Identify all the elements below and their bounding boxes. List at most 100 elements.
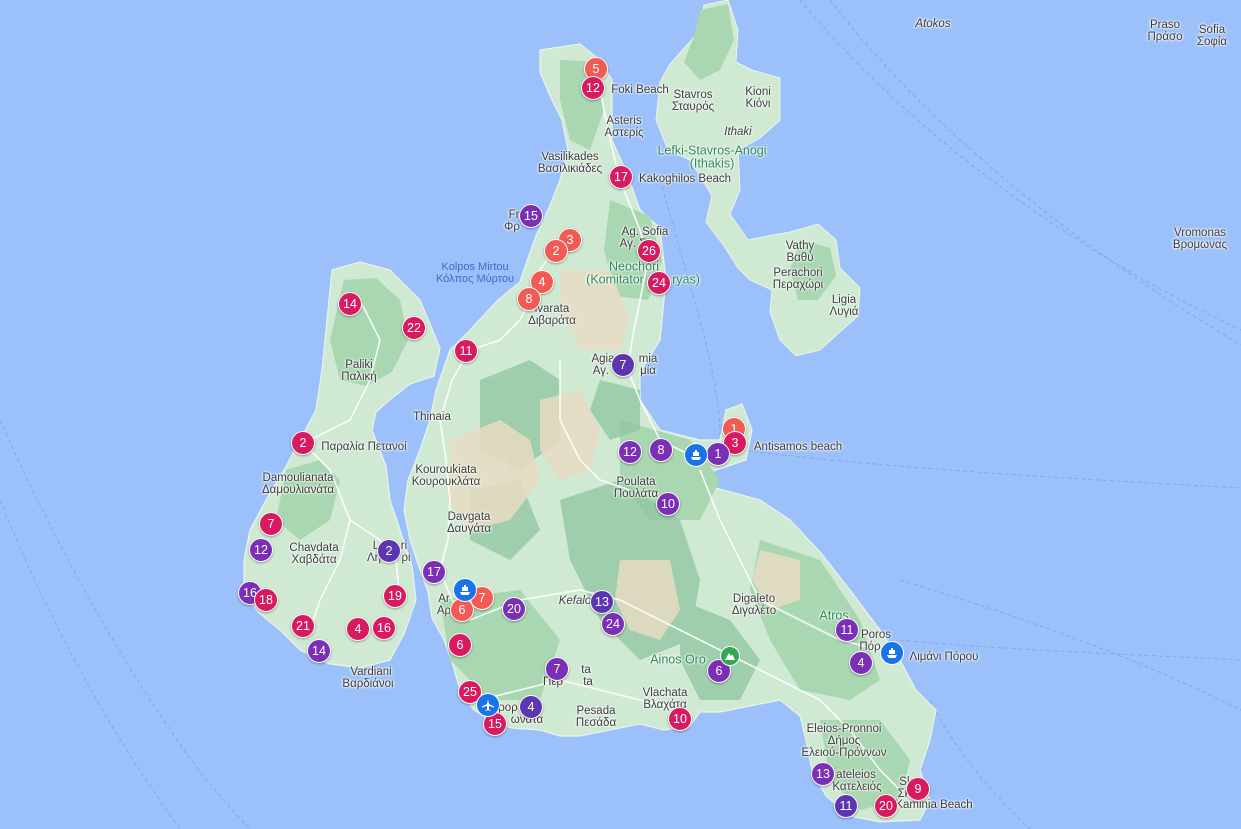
- place-label[interactable]: Δαμουλιανάτα: [262, 484, 334, 496]
- place-label[interactable]: Περαχώρι: [773, 279, 823, 291]
- place-label[interactable]: Praso: [1150, 19, 1180, 31]
- place-label[interactable]: ρορ: [498, 702, 517, 714]
- map-marker[interactable]: 15: [519, 204, 543, 228]
- map-marker[interactable]: 10: [656, 492, 680, 516]
- place-label[interactable]: Stavros: [674, 89, 713, 101]
- place-label[interactable]: Βρομωνας: [1173, 239, 1227, 251]
- place-label[interactable]: Παλική: [341, 371, 376, 383]
- place-label[interactable]: Kioni: [745, 86, 771, 98]
- map-marker[interactable]: 13: [590, 590, 614, 614]
- map-marker[interactable]: 11: [834, 794, 858, 818]
- place-label[interactable]: Κιόνι: [746, 98, 771, 110]
- place-label[interactable]: Chavdata: [289, 542, 338, 554]
- place-label[interactable]: Vasilikades: [541, 151, 598, 163]
- place-label[interactable]: Πράσο: [1148, 31, 1183, 43]
- map-marker[interactable]: 17: [609, 165, 633, 189]
- place-label[interactable]: Ligia: [832, 294, 856, 306]
- place-label[interactable]: Fr: [509, 209, 520, 221]
- place-label[interactable]: Πουλάτα: [614, 488, 658, 500]
- map-marker[interactable]: 6: [448, 633, 472, 657]
- map-marker[interactable]: 22: [402, 316, 426, 340]
- place-label[interactable]: ρι: [401, 552, 410, 564]
- place-label[interactable]: Βαθύ: [786, 252, 813, 264]
- place-label[interactable]: Thinaia: [413, 411, 451, 423]
- map-marker[interactable]: 18: [254, 588, 278, 612]
- place-label[interactable]: Asteris: [606, 115, 641, 127]
- place-label[interactable]: ta: [581, 664, 591, 676]
- map-marker[interactable]: 4: [849, 651, 873, 675]
- place-label[interactable]: Αστερίς: [604, 127, 643, 139]
- place-label[interactable]: Ithaki: [724, 126, 752, 138]
- place-label[interactable]: Vromonas: [1174, 227, 1226, 239]
- map-marker[interactable]: 14: [307, 639, 331, 663]
- map-marker[interactable]: 14: [338, 292, 362, 316]
- place-label[interactable]: ryas): [672, 273, 700, 287]
- map-marker[interactable]: 11: [835, 618, 859, 642]
- place-label[interactable]: Poros: [861, 629, 891, 641]
- place-label[interactable]: (Ithakis): [690, 157, 734, 171]
- map-marker[interactable]: 7: [611, 353, 635, 377]
- map-marker[interactable]: 24: [647, 271, 671, 295]
- place-label[interactable]: Σοφία: [1197, 36, 1227, 48]
- place-label[interactable]: Sofia: [1199, 24, 1225, 36]
- map-marker[interactable]: 17: [422, 560, 446, 584]
- map-marker[interactable]: 13: [811, 762, 835, 786]
- place-label[interactable]: Φρ: [504, 221, 520, 233]
- map-marker[interactable]: 24: [601, 612, 625, 636]
- place-label[interactable]: Paliki: [345, 359, 372, 371]
- map-marker[interactable]: 12: [618, 440, 642, 464]
- place-label[interactable]: ateleios: [836, 769, 876, 781]
- ferry-icon[interactable]: [684, 443, 708, 467]
- place-label[interactable]: Foki Beach: [611, 84, 669, 96]
- place-label[interactable]: ri: [401, 540, 407, 552]
- place-label[interactable]: Kouroukiata: [415, 464, 476, 476]
- place-label[interactable]: Πεσάδα: [576, 717, 616, 729]
- map-marker[interactable]: 19: [383, 584, 407, 608]
- place-label[interactable]: Kolpos Mirtou: [441, 261, 508, 273]
- map-marker[interactable]: 9: [906, 777, 930, 801]
- airport-icon[interactable]: [476, 693, 500, 717]
- place-label[interactable]: Παραλία Πετανοί: [321, 441, 406, 453]
- place-label[interactable]: Κατελειός: [832, 781, 881, 793]
- place-label[interactable]: μία: [640, 365, 656, 377]
- place-label[interactable]: Vathy: [786, 240, 815, 252]
- map-marker[interactable]: 7: [545, 657, 569, 681]
- place-label[interactable]: Damoulianata: [263, 472, 334, 484]
- map-marker[interactable]: 11: [454, 339, 478, 363]
- place-label[interactable]: Kaminia Beach: [895, 799, 972, 811]
- map-marker[interactable]: 8: [649, 438, 673, 462]
- place-label[interactable]: Perachori: [773, 267, 822, 279]
- place-label[interactable]: Χαβδάτα: [291, 554, 336, 566]
- place-label[interactable]: Pesada: [576, 705, 615, 717]
- map-marker[interactable]: 10: [668, 707, 692, 731]
- map-canvas[interactable]: Atokos Praso Πράσο Sofia Σοφία Foki Beach Stav…: [0, 0, 1241, 829]
- place-label[interactable]: ivarata: [535, 303, 570, 315]
- place-label[interactable]: Διγαλέτο: [732, 605, 776, 617]
- place-label[interactable]: Vlachata: [643, 687, 688, 699]
- map-marker[interactable]: 2: [377, 539, 401, 563]
- ferry-icon[interactable]: [453, 578, 477, 602]
- place-label[interactable]: (Komitator: [586, 273, 644, 287]
- map-marker[interactable]: 12: [249, 538, 273, 562]
- map-marker[interactable]: 4: [346, 617, 370, 641]
- place-label[interactable]: Davgata: [448, 511, 491, 523]
- place-label[interactable]: Λιμάνι Πόρου: [910, 651, 979, 663]
- place-label[interactable]: Λυγιά: [830, 306, 859, 318]
- place-label[interactable]: Βασιλικιάδες: [538, 163, 602, 175]
- place-label[interactable]: Αγ.: [593, 365, 609, 377]
- map-marker[interactable]: 16: [372, 616, 396, 640]
- place-label[interactable]: Antisamos beach: [754, 441, 842, 453]
- map-marker[interactable]: 1: [706, 442, 730, 466]
- place-label[interactable]: Αρ: [437, 605, 451, 617]
- place-label[interactable]: mia: [639, 353, 658, 365]
- place-label[interactable]: Βαρδιάνοι: [342, 678, 393, 690]
- place-label[interactable]: Vardiani: [350, 666, 391, 678]
- place-label[interactable]: Κουρουκλάτα: [412, 476, 480, 488]
- place-label[interactable]: Poulata: [616, 476, 655, 488]
- map-marker[interactable]: 21: [291, 614, 315, 638]
- mountain-icon[interactable]: [720, 646, 740, 666]
- map-marker[interactable]: 26: [637, 239, 661, 263]
- place-label[interactable]: Δήμος: [828, 735, 861, 747]
- ferry-icon[interactable]: [880, 641, 904, 665]
- place-label[interactable]: Digaleto: [733, 593, 775, 605]
